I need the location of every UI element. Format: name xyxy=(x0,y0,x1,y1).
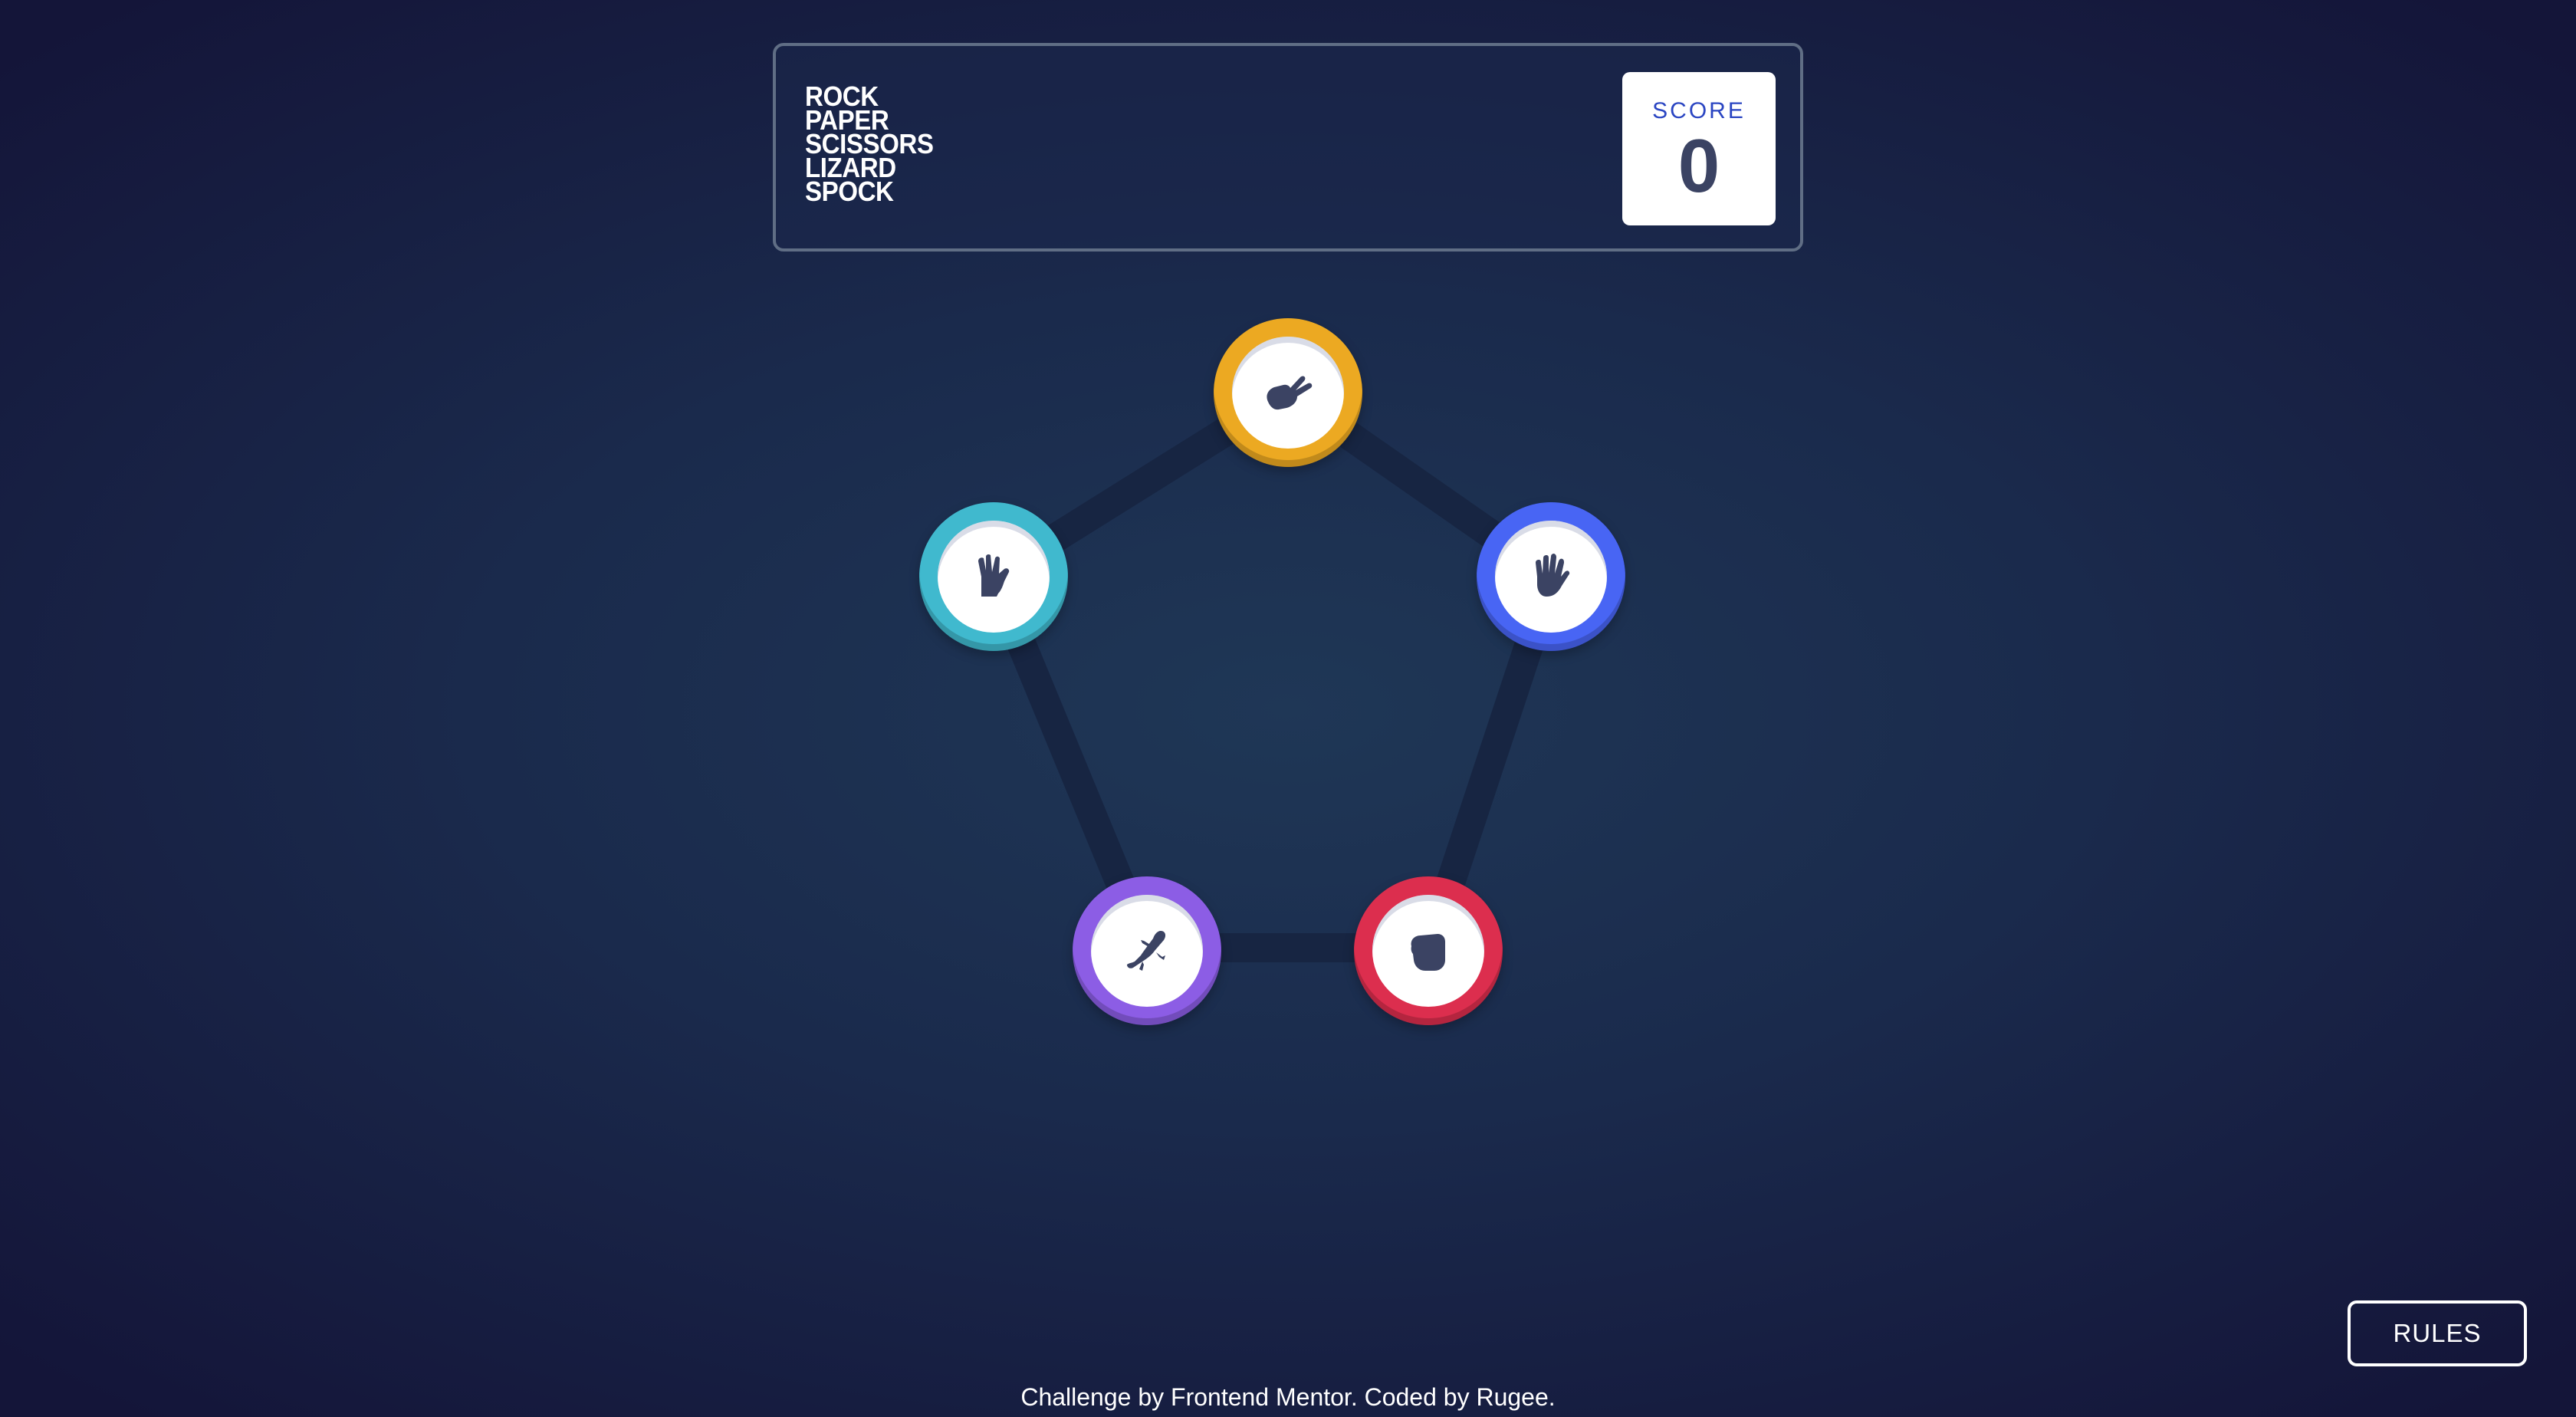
footer-attribution: Challenge by Frontend Mentor. Coded by R… xyxy=(1020,1383,1556,1411)
game-title: ROCK PAPER SCISSORS LIZARD SPOCK xyxy=(805,83,945,207)
rock-choice-button[interactable] xyxy=(1354,876,1503,1025)
scoreboard-header: ROCK PAPER SCISSORS LIZARD SPOCK SCORE 0 xyxy=(773,43,1803,252)
lizard-icon xyxy=(1127,931,1166,971)
scissors-choice-button[interactable] xyxy=(1214,318,1362,467)
spock-choice-button[interactable] xyxy=(919,502,1068,651)
scissors-hand-icon xyxy=(1267,376,1313,410)
score-label: SCORE xyxy=(1652,98,1746,123)
score-value: 0 xyxy=(1677,123,1720,208)
spock-hand-icon xyxy=(978,554,1010,597)
title-spock: SPOCK xyxy=(805,176,894,207)
paper-hand-icon xyxy=(1536,554,1570,597)
lizard-choice-button[interactable] xyxy=(1073,876,1221,1025)
paper-choice-button[interactable] xyxy=(1477,502,1625,651)
rock-fist-icon xyxy=(1411,934,1445,971)
rules-button[interactable]: RULES xyxy=(2348,1300,2527,1366)
score-box: SCORE 0 xyxy=(1622,72,1776,225)
